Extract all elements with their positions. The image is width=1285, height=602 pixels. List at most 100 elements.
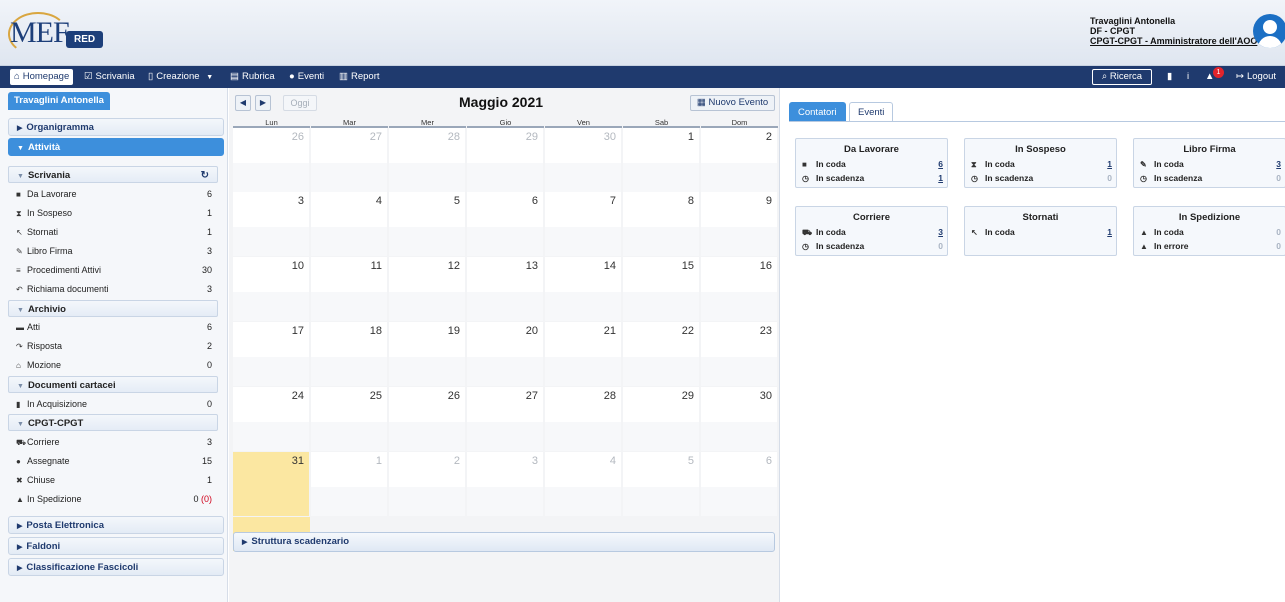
section-organigramma[interactable]: ▶ Organigramma [8, 118, 224, 136]
sidebar-item-chiuse[interactable]: ✖ Chiuse 1 [16, 471, 212, 489]
search-button[interactable]: ⌕ Ricerca [1092, 69, 1152, 85]
calendar-day[interactable]: 2 [389, 452, 466, 516]
struttura-scadenzario-toggle[interactable]: ▶ Struttura scadenzario [233, 532, 775, 552]
sidebar-item-in-sospeso[interactable]: ⧗ In Sospeso 1 [16, 204, 212, 222]
sidebar-item-atti[interactable]: ▬ Atti 6 [16, 318, 212, 336]
calendar-day[interactable]: 10 [233, 257, 310, 321]
tab-contatori[interactable]: Contatori [789, 102, 846, 122]
sidebar-item-da-lavorare[interactable]: ■ Da Lavorare 6 [16, 185, 212, 203]
sidebar-item-mozione[interactable]: ⌂ Mozione 0 [16, 356, 212, 374]
nav-report[interactable]: ▥ Report [339, 66, 380, 88]
refresh-icon[interactable]: ↻ [201, 167, 209, 184]
calendar-day[interactable]: 27 [467, 387, 544, 451]
calendar-day[interactable]: 26 [233, 128, 310, 192]
day-number: 13 [525, 260, 538, 272]
calendar-day[interactable]: 22 [623, 322, 700, 386]
today-button[interactable]: Oggi [283, 95, 317, 111]
tab-eventi[interactable]: Eventi [849, 102, 894, 122]
calendar-day[interactable]: 4 [311, 192, 388, 256]
group-archivio[interactable]: ▼ Archivio [8, 300, 218, 317]
calendar-day[interactable]: 6 [467, 192, 544, 256]
calendar-day[interactable]: 16 [701, 257, 778, 321]
calendar-day[interactable]: 18 [311, 322, 388, 386]
calendar-day[interactable]: 3 [233, 192, 310, 256]
logout-button[interactable]: ↦ Logout [1236, 66, 1276, 88]
sidebar-item-in-acquisizione[interactable]: ▮ In Acquisizione 0 [16, 395, 212, 413]
calendar-day[interactable]: 8 [623, 192, 700, 256]
sidebar-user-tab[interactable]: Travaglini Antonella [8, 92, 110, 110]
group-cpgt[interactable]: ▼ CPGT-CPGT [8, 414, 218, 431]
counter-value-link[interactable]: 6 [938, 158, 943, 170]
group-documenti-cartacei[interactable]: ▼ Documenti cartacei [8, 376, 218, 393]
calendar-day[interactable]: 9 [701, 192, 778, 256]
section-posta-elettronica[interactable]: ▶ Posta Elettronica [8, 516, 224, 534]
counter-value-link[interactable]: 1 [1107, 158, 1112, 170]
calendar-day[interactable]: 31 [233, 452, 310, 516]
day-number: 15 [681, 260, 694, 272]
prev-month-button[interactable]: ◀ [235, 95, 251, 111]
sidebar-item-procedimenti-attivi[interactable]: ≡ Procedimenti Attivi 30 [16, 261, 212, 279]
calendar-day[interactable]: 20 [467, 322, 544, 386]
user-role-link[interactable]: CPGT-CPGT - Amministratore dell'AOO [1090, 36, 1257, 46]
home-icon: ⌂ [14, 71, 20, 82]
sidebar-item-risposta[interactable]: ↷ Risposta 2 [16, 337, 212, 355]
calendar-day[interactable]: 12 [389, 257, 466, 321]
calendar-day[interactable]: 5 [389, 192, 466, 256]
calendar-day[interactable]: 19 [389, 322, 466, 386]
calendar-day[interactable]: 23 [701, 322, 778, 386]
counter-label: In scadenza [1154, 173, 1203, 183]
info-icon[interactable]: i [1187, 66, 1189, 88]
sidebar-item-corriere[interactable]: ⛟Corriere 3 [16, 433, 212, 451]
calendar-day[interactable]: 13 [467, 257, 544, 321]
counter-value-link[interactable]: 1 [1107, 226, 1112, 238]
avatar-icon[interactable] [1253, 14, 1285, 48]
calendar-day[interactable]: 1 [623, 128, 700, 192]
chevron-left-icon: ◀ [239, 98, 247, 107]
calendar-day[interactable]: 21 [545, 322, 622, 386]
nav-creazione[interactable]: ▯ Creazione ▼ [148, 66, 213, 88]
counter-value-link[interactable]: 1 [938, 172, 943, 184]
sidebar-item-assegnate[interactable]: ● Assegnate 15 [16, 452, 212, 470]
calendar-day[interactable]: 2 [701, 128, 778, 192]
calendar-day[interactable]: 6 [701, 452, 778, 516]
group-scrivania[interactable]: ▼ Scrivania ↻ [8, 166, 218, 183]
section-faldoni[interactable]: ▶ Faldoni [8, 537, 224, 555]
search-icon: ⌕ [1101, 71, 1108, 82]
calendar-day[interactable]: 1 [311, 452, 388, 516]
sidebar-item-in-spedizione[interactable]: ▲ In Spedizione 0 (0) [16, 490, 212, 508]
mef-logo[interactable]: MEF RED [8, 12, 108, 56]
bookmark-icon[interactable]: ▮ [1167, 66, 1172, 88]
calendar-day[interactable]: 28 [545, 387, 622, 451]
calendar-day[interactable]: 24 [233, 387, 310, 451]
nav-scrivania[interactable]: ☑ Scrivania [84, 66, 135, 88]
calendar-day[interactable]: 3 [467, 452, 544, 516]
calendar-day[interactable]: 5 [623, 452, 700, 516]
nav-homepage[interactable]: ⌂ Homepage [10, 69, 74, 85]
calendar-day[interactable]: 11 [311, 257, 388, 321]
calendar-day[interactable]: 17 [233, 322, 310, 386]
day-number: 29 [525, 131, 538, 143]
section-attivita[interactable]: ▼ Attività [8, 138, 224, 156]
calendar-day[interactable]: 7 [545, 192, 622, 256]
calendar-day[interactable]: 28 [389, 128, 466, 192]
nav-eventi[interactable]: ● Eventi [289, 66, 324, 88]
sidebar-item-stornati[interactable]: ↖ Stornati 1 [16, 223, 212, 241]
calendar-day[interactable]: 30 [701, 387, 778, 451]
next-month-button[interactable]: ▶ [255, 95, 271, 111]
calendar-day[interactable]: 27 [311, 128, 388, 192]
calendar-day[interactable]: 15 [623, 257, 700, 321]
sidebar-item-libro-firma[interactable]: ✎ Libro Firma 3 [16, 242, 212, 260]
calendar-day[interactable]: 29 [467, 128, 544, 192]
counter-value-link[interactable]: 3 [1276, 158, 1281, 170]
calendar-day[interactable]: 26 [389, 387, 466, 451]
sidebar-item-richiama-documenti[interactable]: ↶ Richiama documenti 3 [16, 280, 212, 298]
calendar-day[interactable]: 25 [311, 387, 388, 451]
calendar-day[interactable]: 14 [545, 257, 622, 321]
calendar-day[interactable]: 4 [545, 452, 622, 516]
calendar-day[interactable]: 30 [545, 128, 622, 192]
calendar-day[interactable]: 29 [623, 387, 700, 451]
section-classificazione-fascicoli[interactable]: ▶ Classificazione Fascicoli [8, 558, 224, 576]
nav-rubrica[interactable]: ▤ Rubrica [230, 66, 275, 88]
counter-value-link[interactable]: 3 [938, 226, 943, 238]
new-event-button[interactable]: ▦ Nuovo Evento [690, 95, 775, 111]
